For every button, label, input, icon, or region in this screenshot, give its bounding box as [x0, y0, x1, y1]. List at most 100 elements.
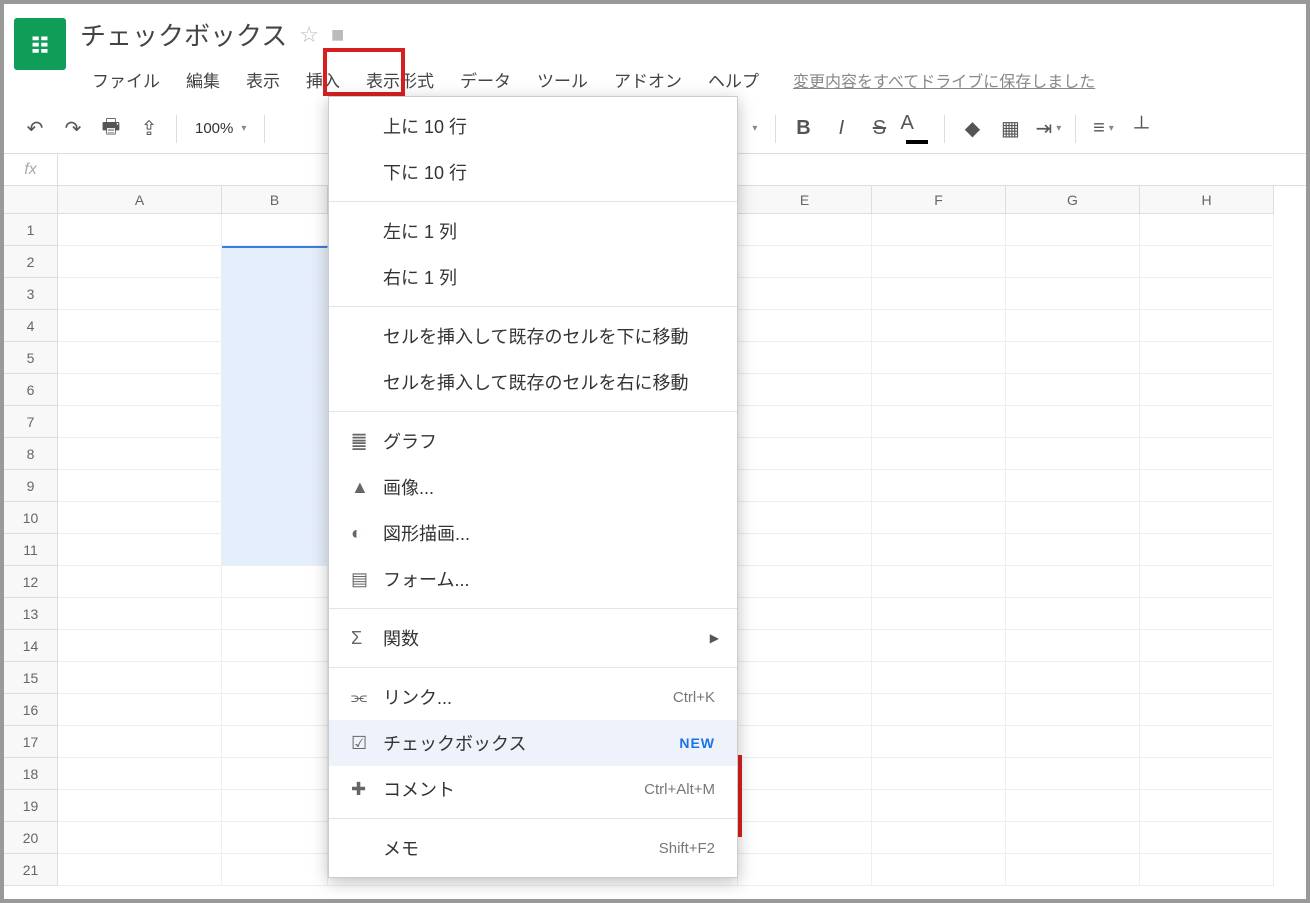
cell[interactable] [58, 566, 222, 598]
borders-button[interactable]: ▦ [993, 112, 1027, 146]
cell[interactable] [1140, 406, 1274, 438]
align-button[interactable]: ≡▾ [1086, 112, 1120, 146]
menu-shift-right[interactable]: セルを挿入して既存のセルを右に移動 [329, 359, 737, 405]
cell[interactable] [1006, 246, 1140, 278]
cell[interactable] [58, 470, 222, 502]
row-header[interactable]: 20 [4, 822, 58, 854]
cell[interactable] [1140, 534, 1274, 566]
cell[interactable] [872, 214, 1006, 246]
cell[interactable] [738, 758, 872, 790]
cell[interactable] [738, 726, 872, 758]
cell[interactable] [222, 438, 328, 470]
fill-color-button[interactable]: ◆ [955, 112, 989, 146]
cell[interactable] [58, 694, 222, 726]
cell[interactable] [872, 630, 1006, 662]
menu-format[interactable]: 表示形式 [354, 61, 446, 98]
cell[interactable] [738, 278, 872, 310]
select-all-corner[interactable] [4, 186, 58, 214]
print-button[interactable]: 🖶 [94, 112, 128, 146]
undo-button[interactable]: ↶ [18, 112, 52, 146]
menu-tools[interactable]: ツール [525, 61, 600, 98]
cell[interactable] [738, 822, 872, 854]
cell[interactable] [872, 310, 1006, 342]
cell[interactable] [872, 342, 1006, 374]
cell[interactable] [872, 790, 1006, 822]
row-header[interactable]: 2 [4, 246, 58, 278]
cell[interactable] [58, 662, 222, 694]
cell[interactable] [1006, 566, 1140, 598]
cell[interactable] [1140, 246, 1274, 278]
cell[interactable] [738, 630, 872, 662]
cell[interactable] [872, 854, 1006, 886]
cell[interactable] [1140, 438, 1274, 470]
cell[interactable] [1140, 278, 1274, 310]
cell[interactable] [872, 758, 1006, 790]
doc-title[interactable]: チェックボックス [80, 16, 287, 53]
cell[interactable] [222, 502, 328, 534]
cell[interactable] [222, 758, 328, 790]
cell[interactable] [1006, 790, 1140, 822]
cell[interactable] [738, 790, 872, 822]
cell[interactable] [1006, 534, 1140, 566]
cell[interactable] [222, 598, 328, 630]
cell[interactable] [872, 406, 1006, 438]
cell[interactable] [58, 630, 222, 662]
cell[interactable] [222, 630, 328, 662]
merge-button[interactable]: ⇥▾ [1031, 112, 1065, 146]
cell[interactable] [1140, 822, 1274, 854]
row-header[interactable]: 1 [4, 214, 58, 246]
row-header[interactable]: 5 [4, 342, 58, 374]
cell[interactable] [738, 662, 872, 694]
cell[interactable] [1140, 726, 1274, 758]
cell[interactable] [222, 470, 328, 502]
cell[interactable] [58, 246, 222, 278]
menu-function[interactable]: Σ関数▶ [329, 615, 737, 661]
row-header[interactable]: 8 [4, 438, 58, 470]
row-header[interactable]: 11 [4, 534, 58, 566]
cell[interactable] [1006, 726, 1140, 758]
cell[interactable] [58, 598, 222, 630]
row-header[interactable]: 7 [4, 406, 58, 438]
menu-chart[interactable]: ䷀グラフ [329, 418, 737, 464]
star-icon[interactable]: ☆ [299, 22, 319, 48]
cell[interactable] [738, 214, 872, 246]
cell[interactable] [738, 470, 872, 502]
cell[interactable] [58, 214, 222, 246]
italic-button[interactable]: I [824, 112, 858, 146]
folder-icon[interactable]: ■ [331, 22, 344, 48]
cell[interactable] [1006, 342, 1140, 374]
cell[interactable] [738, 246, 872, 278]
menu-col-left[interactable]: 左に 1 列 [329, 208, 737, 254]
cell[interactable] [222, 566, 328, 598]
menu-file[interactable]: ファイル [80, 61, 172, 98]
cell[interactable] [872, 822, 1006, 854]
cell[interactable] [738, 854, 872, 886]
row-header[interactable]: 9 [4, 470, 58, 502]
cell[interactable] [58, 854, 222, 886]
cell[interactable] [58, 310, 222, 342]
col-header-B[interactable]: B [222, 186, 328, 214]
cell[interactable] [222, 694, 328, 726]
zoom-dropdown[interactable]: 100%▾ [187, 120, 254, 137]
strikethrough-button[interactable]: S [862, 112, 896, 146]
cell[interactable] [1140, 566, 1274, 598]
cell[interactable] [222, 406, 328, 438]
cell[interactable] [1006, 822, 1140, 854]
cell[interactable] [1140, 854, 1274, 886]
menu-data[interactable]: データ [448, 61, 523, 98]
cell[interactable] [872, 502, 1006, 534]
menu-edit[interactable]: 編集 [174, 61, 232, 98]
row-header[interactable]: 6 [4, 374, 58, 406]
cell[interactable] [1006, 406, 1140, 438]
cell[interactable] [222, 790, 328, 822]
cell[interactable] [58, 406, 222, 438]
cell[interactable] [738, 310, 872, 342]
row-header[interactable]: 21 [4, 854, 58, 886]
cell[interactable] [58, 278, 222, 310]
menu-help[interactable]: ヘルプ [696, 61, 771, 98]
cell[interactable] [872, 598, 1006, 630]
cell[interactable] [1006, 502, 1140, 534]
cell[interactable] [1006, 694, 1140, 726]
row-header[interactable]: 14 [4, 630, 58, 662]
menu-image[interactable]: ▲画像... [329, 464, 737, 510]
